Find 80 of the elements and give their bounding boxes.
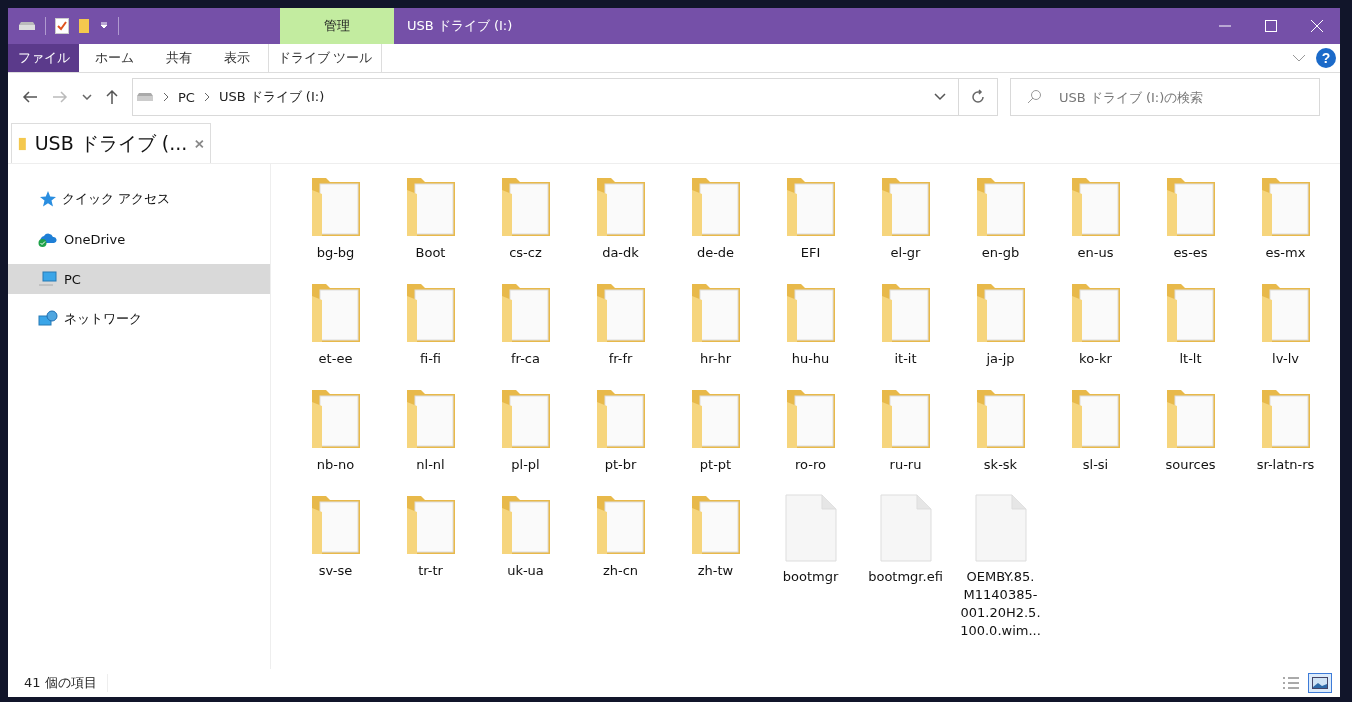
file-icon[interactable] <box>879 494 932 562</box>
sidebar-item[interactable]: ネットワーク <box>8 304 270 334</box>
file-name[interactable]: pt-pt <box>699 456 732 474</box>
file-name[interactable]: sr-latn-rs <box>1256 456 1315 474</box>
file-name[interactable]: sv-se <box>318 562 353 580</box>
file-name[interactable]: pl-pl <box>511 456 540 474</box>
network-icon <box>38 310 58 328</box>
chevron-icon[interactable] <box>203 92 210 102</box>
file-name[interactable]: es-es <box>1173 244 1208 262</box>
drive-icon <box>136 92 154 102</box>
file-name[interactable]: en-gb <box>981 244 1020 262</box>
file-name[interactable]: cs-cz <box>509 244 542 262</box>
file-name[interactable]: es-mx <box>1265 244 1306 262</box>
file-name[interactable]: ja-jp <box>986 350 1015 368</box>
sidebar-item[interactable]: OneDrive <box>8 224 270 254</box>
file-name[interactable]: hr-hr <box>700 350 731 368</box>
address-bar[interactable]: PC USB ドライブ (I:) <box>132 78 998 116</box>
computer-icon <box>38 271 58 287</box>
file-name[interactable]: ru-ru <box>889 456 922 474</box>
ribbon-tab[interactable]: ドライブ ツール <box>268 44 382 72</box>
sidebar-item[interactable]: クイック アクセス <box>8 184 270 214</box>
dropdown-icon[interactable] <box>934 93 946 101</box>
context-group-label: 管理 <box>324 17 350 35</box>
file-name[interactable]: en-us <box>1077 244 1114 262</box>
up-arrow-icon[interactable] <box>106 89 118 105</box>
file-name[interactable]: bootmgr <box>782 568 839 586</box>
chevron-icon[interactable] <box>163 92 169 102</box>
file-name[interactable]: EFI <box>800 244 821 262</box>
file-name[interactable]: ko-kr <box>1079 350 1112 368</box>
recent-dropdown-icon[interactable] <box>82 94 92 100</box>
file-name[interactable]: ro-ro <box>795 456 826 474</box>
file-name[interactable]: sources <box>1165 456 1216 474</box>
item-count: 41 個の項目 <box>24 674 108 692</box>
star-icon <box>38 190 56 208</box>
file-name[interactable]: bg-bg <box>316 244 355 262</box>
drive-icon[interactable] <box>18 21 36 31</box>
refresh-icon[interactable] <box>970 89 986 105</box>
file-name[interactable]: OEMBY.85. M1140385- 001.20H2.5. 100.0.wim... <box>960 568 1041 640</box>
file-name[interactable]: hu-hu <box>791 350 830 368</box>
breadcrumb[interactable]: USB ドライブ (I:) <box>218 88 325 106</box>
file-name[interactable]: pt-br <box>604 456 637 474</box>
search-field[interactable]: USB ドライブ (I:)の検索 <box>1010 78 1320 116</box>
sidebar-item[interactable]: PC <box>8 264 270 294</box>
file-name[interactable]: tr-tr <box>418 562 443 580</box>
file-icon[interactable] <box>974 494 1027 562</box>
file-name[interactable]: sk-sk <box>983 456 1018 474</box>
details-view-icon[interactable] <box>1282 676 1300 690</box>
file-name[interactable]: da-dk <box>602 244 639 262</box>
file-name[interactable]: Boot <box>415 244 446 262</box>
file-name[interactable]: lt-lt <box>1179 350 1202 368</box>
file-name[interactable]: lv-lv <box>1272 350 1299 368</box>
maximize-icon[interactable] <box>1265 20 1277 32</box>
back-arrow-icon[interactable] <box>22 91 38 103</box>
file-name[interactable]: fr-fr <box>608 350 633 368</box>
file-name[interactable]: zh-tw <box>697 562 734 580</box>
file-name[interactable]: nl-nl <box>416 456 445 474</box>
ribbon-tab[interactable]: ファイル <box>8 44 79 72</box>
file-name[interactable]: fr-ca <box>511 350 540 368</box>
file-name[interactable]: nb-no <box>316 456 355 474</box>
file-name[interactable]: et-ee <box>318 350 353 368</box>
properties-icon[interactable] <box>55 18 69 34</box>
search-icon <box>1026 89 1042 105</box>
large-icons-view-button[interactable] <box>1308 673 1332 693</box>
file-name[interactable]: it-it <box>894 350 917 368</box>
forward-arrow-icon[interactable] <box>52 91 68 103</box>
file-name[interactable]: bootmgr.efi <box>868 568 943 586</box>
file-icon[interactable] <box>784 494 837 562</box>
help-icon[interactable]: ? <box>1316 48 1336 68</box>
file-name[interactable]: de-de <box>696 244 735 262</box>
expand-ribbon-icon[interactable] <box>1292 54 1306 62</box>
file-name[interactable]: fi-fi <box>419 350 442 368</box>
close-icon[interactable] <box>195 138 204 149</box>
breadcrumb[interactable]: PC <box>178 89 195 105</box>
file-name[interactable]: uk-ua <box>507 562 544 580</box>
file-name[interactable]: sl-si <box>1082 456 1109 474</box>
window-title: USB ドライブ (I:) <box>407 17 513 35</box>
file-name[interactable]: el-gr <box>890 244 921 262</box>
tab-title: USB ドライブ (... <box>34 130 188 156</box>
file-name[interactable]: zh-cn <box>602 562 639 580</box>
document-tab[interactable]: USB ドライブ (... <box>11 123 211 163</box>
